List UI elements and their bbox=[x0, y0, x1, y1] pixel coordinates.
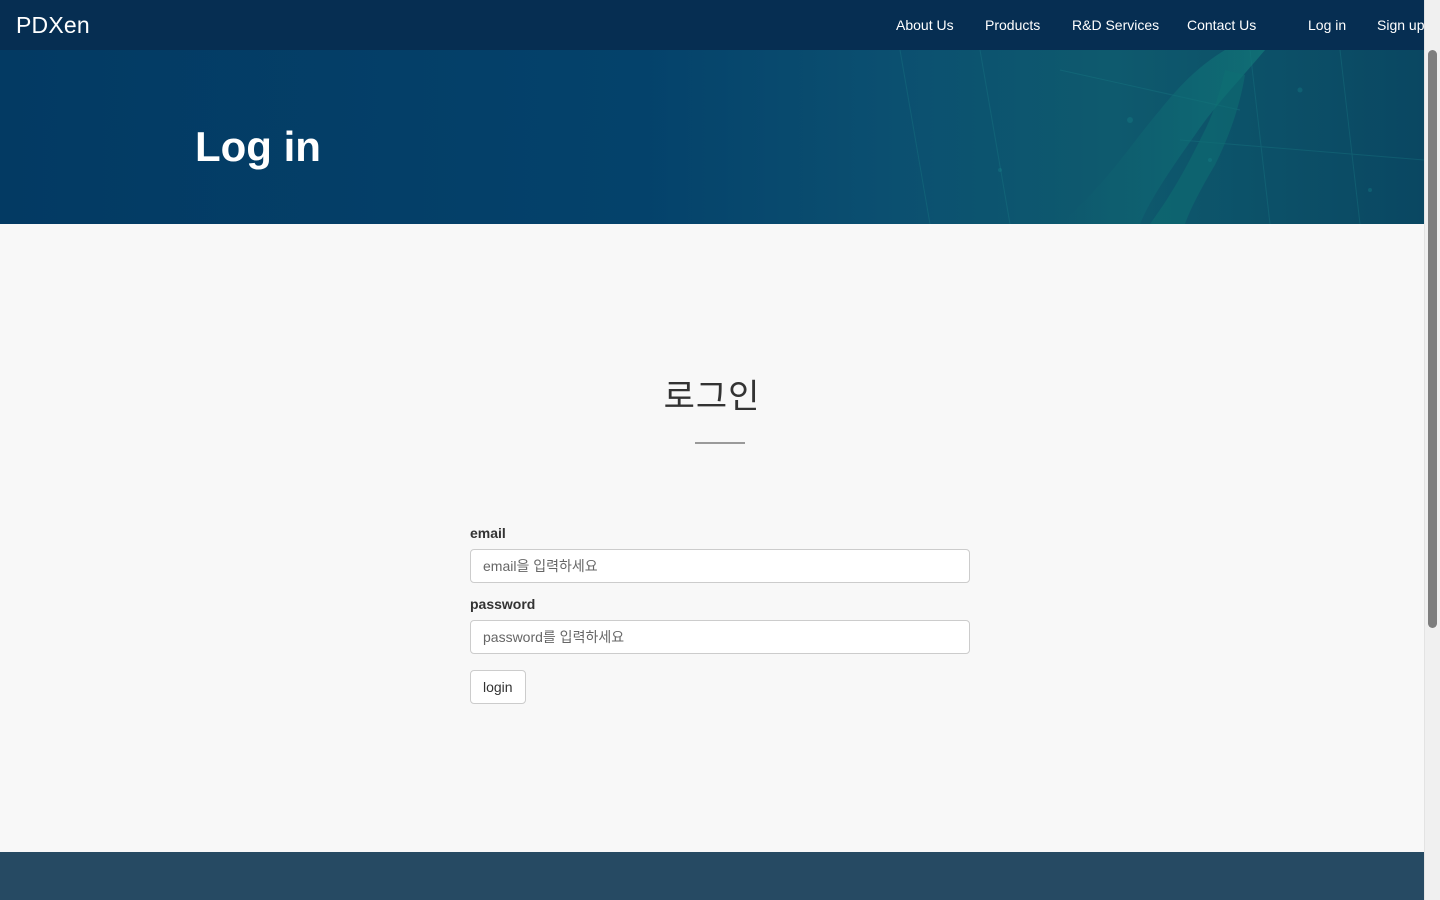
email-field[interactable] bbox=[470, 549, 970, 583]
hero-banner: Log in bbox=[0, 50, 1424, 224]
scrollbar-thumb[interactable] bbox=[1428, 50, 1437, 628]
login-heading: 로그인 bbox=[663, 378, 761, 416]
login-form: email password login bbox=[470, 524, 970, 704]
navbar: PDXen About Us Products R&D Services Con… bbox=[0, 0, 1424, 50]
nav-rd-services[interactable]: R&D Services bbox=[1072, 17, 1159, 33]
nav-about-us[interactable]: About Us bbox=[896, 17, 954, 33]
login-button[interactable]: login bbox=[470, 670, 526, 704]
footer bbox=[0, 852, 1424, 900]
nav-contact-us[interactable]: Contact Us bbox=[1187, 17, 1256, 33]
password-field[interactable] bbox=[470, 620, 970, 654]
nav-log-in[interactable]: Log in bbox=[1308, 17, 1346, 33]
nav-links: About Us Products R&D Services Contact U… bbox=[0, 0, 1424, 50]
password-label: password bbox=[470, 596, 536, 612]
heading-divider bbox=[695, 442, 745, 444]
hero-title: Log in bbox=[195, 123, 321, 170]
email-label: email bbox=[470, 525, 506, 541]
nav-sign-up[interactable]: Sign up bbox=[1377, 17, 1424, 33]
page: PDXen About Us Products R&D Services Con… bbox=[0, 0, 1424, 900]
vertical-scrollbar[interactable] bbox=[1424, 0, 1440, 900]
nav-products[interactable]: Products bbox=[985, 17, 1040, 33]
main-content: 로그인 email password login bbox=[0, 224, 1424, 852]
